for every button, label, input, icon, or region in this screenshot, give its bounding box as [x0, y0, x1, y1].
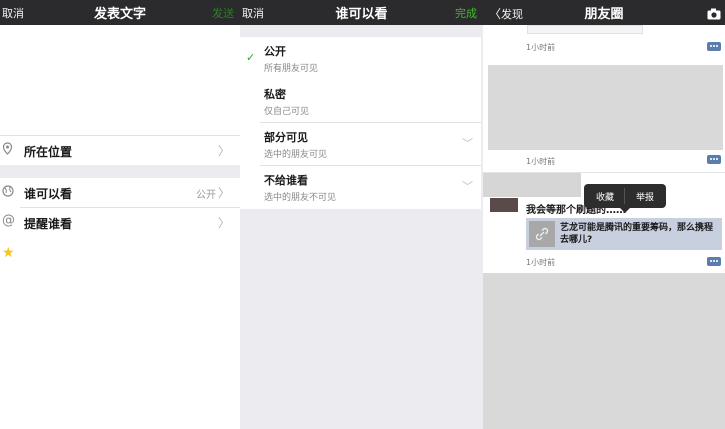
divider: [624, 188, 625, 204]
option-subtitle: 所有朋友可见: [264, 64, 319, 74]
location-row[interactable]: 所在位置 〉: [0, 136, 240, 165]
post-time: 1小时前: [526, 157, 556, 166]
page-title: 谁可以看: [335, 7, 388, 22]
chevron-right-icon: 〉: [217, 144, 230, 158]
comment-button[interactable]: [707, 42, 721, 51]
page-title: 发表文字: [93, 7, 146, 22]
remind-label: 提醒谁看: [24, 217, 73, 231]
compose-bottom-area: [0, 237, 240, 429]
option-exclude[interactable]: 不给谁看 选中的朋友不可见 ﹀: [240, 166, 481, 209]
shared-link-card[interactable]: 艺龙可能是腾讯的重要筹码，那么携程去哪儿?: [526, 218, 722, 250]
post-time: 1小时前: [526, 258, 556, 267]
image-placeholder[interactable]: [483, 273, 725, 429]
option-public[interactable]: ✓ 公开 所有朋友可见: [240, 37, 481, 80]
option-private[interactable]: 私密 仅自己可见: [240, 80, 481, 123]
page-title: 朋友圈: [584, 7, 624, 22]
globe-icon: [2, 185, 14, 200]
option-partial[interactable]: 部分可见 选中的朋友可见 ﹀: [240, 123, 481, 166]
post-time: 1小时前: [526, 43, 556, 52]
visibility-navbar: 取消 谁可以看 完成: [240, 0, 483, 25]
image-placeholder[interactable]: [488, 65, 723, 150]
comment-button[interactable]: [707, 155, 721, 164]
who-can-see-label: 谁可以看: [24, 187, 73, 201]
avatar[interactable]: [490, 198, 518, 212]
option-title: 公开: [264, 45, 286, 58]
emoji-star-icon[interactable]: ★: [2, 245, 15, 261]
collect-button[interactable]: 收藏: [596, 190, 614, 203]
option-subtitle: 选中的朋友不可见: [264, 193, 337, 203]
section-gap: [0, 165, 240, 178]
checkmark-icon: ✓: [246, 51, 256, 64]
send-button[interactable]: 发送: [212, 5, 234, 21]
moments-navbar: 〈发现 朋友圈: [483, 0, 725, 25]
visibility-value: 公开: [196, 190, 216, 201]
visibility-panel: 取消 谁可以看 完成 ✓ 公开 所有朋友可见 私密 仅自己可见 部分可见 选中的…: [240, 0, 483, 429]
option-subtitle: 选中的朋友可见: [264, 150, 328, 160]
remind-row[interactable]: @ 提醒谁看 〉: [0, 208, 240, 237]
report-button[interactable]: 举报: [636, 190, 654, 203]
popup-tail: [620, 208, 630, 213]
compose-navbar: 取消 发表文字 发送: [0, 0, 240, 25]
compose-text-area[interactable]: [0, 25, 240, 135]
location-pin-icon: [2, 142, 13, 158]
chevron-down-icon[interactable]: ﹀: [462, 178, 473, 194]
link-icon: [529, 221, 555, 247]
chevron-right-icon: 〉: [217, 186, 230, 200]
done-button[interactable]: 完成: [455, 5, 477, 21]
chevron-down-icon[interactable]: ﹀: [462, 135, 473, 151]
chevron-right-icon: 〉: [217, 216, 230, 230]
previous-post-thumbnail[interactable]: [527, 25, 643, 34]
camera-icon[interactable]: [707, 5, 721, 24]
image-placeholder: [483, 173, 581, 197]
action-popup: 收藏 举报: [584, 184, 666, 213]
option-title: 私密: [264, 88, 286, 101]
option-title: 部分可见: [264, 131, 308, 144]
option-title: 不给谁看: [264, 174, 308, 187]
location-label: 所在位置: [24, 145, 73, 159]
at-icon: @: [2, 213, 15, 228]
comment-button[interactable]: [707, 257, 721, 266]
shared-link-title: 艺龙可能是腾讯的重要筹码，那么携程去哪儿?: [560, 223, 714, 245]
option-subtitle: 仅自己可见: [264, 107, 310, 117]
compose-text-panel: 取消 发表文字 发送 所在位置 〉 谁可以看 公开 〉 @ 提醒谁看 〉 ★: [0, 0, 240, 429]
who-can-see-row[interactable]: 谁可以看 公开 〉: [0, 178, 240, 207]
